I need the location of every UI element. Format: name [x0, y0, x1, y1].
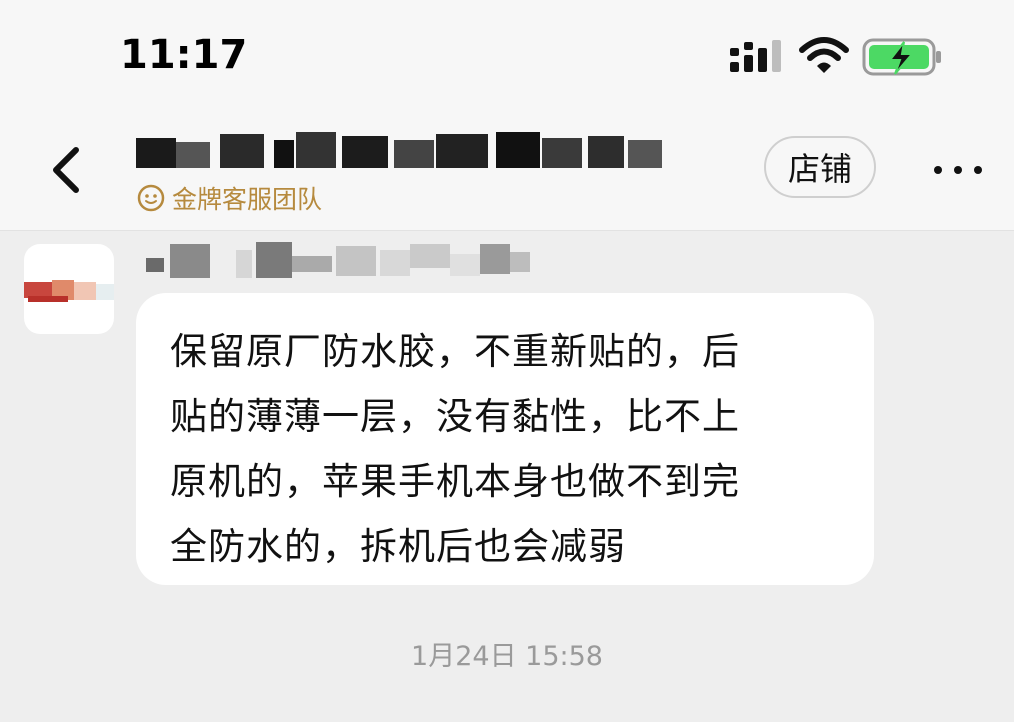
chat-header: 金牌客服团队 店铺: [0, 110, 1014, 231]
badge-label: 金牌客服团队: [172, 185, 323, 214]
wifi-icon: [799, 37, 849, 73]
back-button[interactable]: [40, 140, 96, 200]
shop-name-obscured: [136, 128, 666, 178]
smiley-face-icon: [137, 184, 165, 212]
message-timestamp: 1月24日 15:58: [411, 641, 603, 672]
status-bar: 11:17: [0, 0, 1014, 110]
store-button[interactable]: 店铺: [764, 136, 876, 198]
status-time: 11:17: [120, 32, 248, 78]
message-line: 保留原厂防水胶，不重新贴的，后: [170, 330, 740, 373]
more-dots-icon[interactable]: [928, 150, 988, 190]
message-line: 贴的薄薄一层，没有黏性，比不上: [170, 395, 740, 438]
signal-icon: [730, 40, 781, 72]
message-bubble[interactable]: 保留原厂防水胶，不重新贴的，后 贴的薄薄一层，没有黏性，比不上 原机的，苹果手机…: [136, 293, 874, 585]
sender-avatar[interactable]: [24, 244, 114, 334]
message-line: 全防水的，拆机后也会减弱: [170, 525, 626, 568]
sender-name-obscured: [140, 240, 540, 282]
message-line: 原机的，苹果手机本身也做不到完: [170, 460, 740, 503]
battery-charging-icon: [862, 38, 941, 76]
service-badge: 金牌客服团队: [136, 180, 322, 216]
